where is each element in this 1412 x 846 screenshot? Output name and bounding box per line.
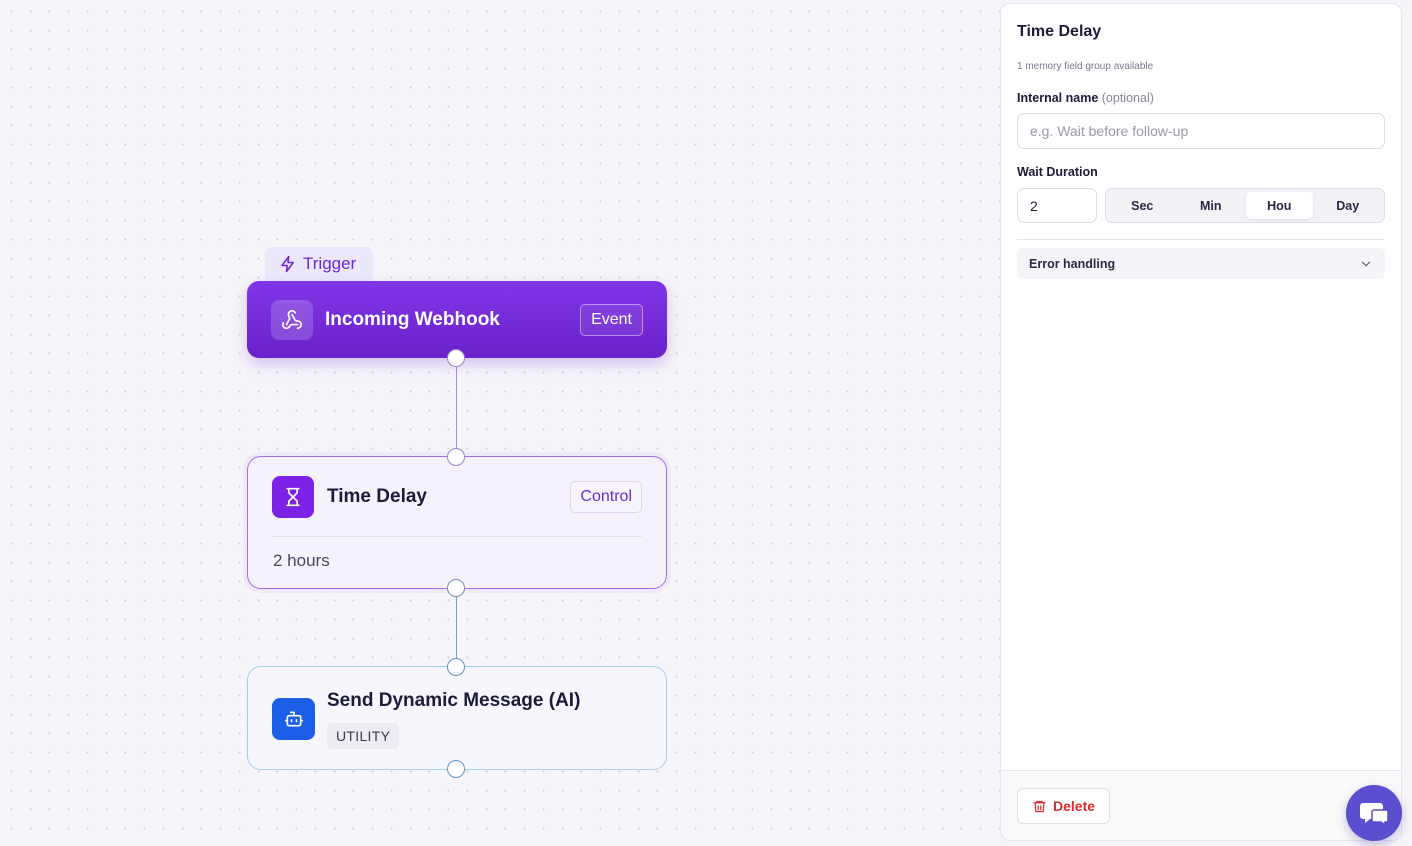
node-divider [272,536,642,537]
wait-duration-input[interactable] [1017,188,1097,223]
unit-min-option[interactable]: Min [1178,192,1245,219]
node-time-delay[interactable]: Time Delay Control 2 hours [247,456,667,589]
unit-hour-option[interactable]: Hou [1246,192,1313,219]
panel-subtitle: 1 memory field group available [1017,61,1154,72]
node-type-badge: Control [570,481,642,513]
internal-name-label-text: Internal name [1017,91,1099,105]
edge-delay-ai [456,589,457,667]
node-summary: 2 hours [273,551,330,570]
hourglass-icon [272,476,314,518]
output-handle-delay[interactable] [447,579,465,597]
output-handle-ai[interactable] [447,760,465,778]
flow-canvas[interactable]: Trigger Incoming Webhook Event Time Dela… [0,0,1000,846]
panel-title: Time Delay [1017,23,1102,40]
section-divider [1017,239,1385,240]
trash-icon [1033,800,1046,812]
node-title: Send Dynamic Message (AI) [327,690,581,711]
trigger-tag: Trigger [265,247,373,281]
webhook-icon [271,299,313,340]
node-settings-panel: Time Delay 1 memory field group availabl… [1000,3,1402,841]
node-incoming-webhook[interactable]: Incoming Webhook Event [247,281,667,358]
error-handling-toggle[interactable]: Error handling [1017,248,1385,279]
trigger-tag-label: Trigger [303,254,357,273]
input-handle-ai[interactable] [447,658,465,676]
wait-duration-label: Wait Duration [1017,165,1098,179]
delete-button[interactable]: Delete [1017,788,1111,824]
internal-name-label: Internal name (optional) [1017,91,1154,105]
node-type-badge: UTILITY [327,723,400,749]
output-handle-webhook[interactable] [447,349,465,367]
duration-unit-selector: Sec Min Hou Day [1105,188,1385,223]
chevron-down-icon [1361,261,1371,266]
error-handling-label: Error handling [1029,256,1116,271]
node-send-dynamic-message[interactable]: Send Dynamic Message (AI) UTILITY [247,666,667,770]
lightning-icon [281,255,294,273]
delete-label: Delete [1053,798,1096,814]
edge-webhook-delay [456,358,457,458]
unit-day-option[interactable]: Day [1315,192,1382,219]
node-title: Incoming Webhook [325,308,500,330]
input-handle-delay[interactable] [447,448,465,466]
chat-support-button[interactable] [1346,785,1402,841]
bot-icon [272,698,315,740]
internal-name-input[interactable] [1017,113,1385,149]
panel-footer: Delete [1001,770,1401,840]
unit-sec-option[interactable]: Sec [1109,192,1176,219]
optional-hint: (optional) [1101,91,1154,105]
chat-bubble-icon [1360,803,1389,827]
node-title: Time Delay [327,486,427,507]
node-type-badge: Event [580,303,643,336]
